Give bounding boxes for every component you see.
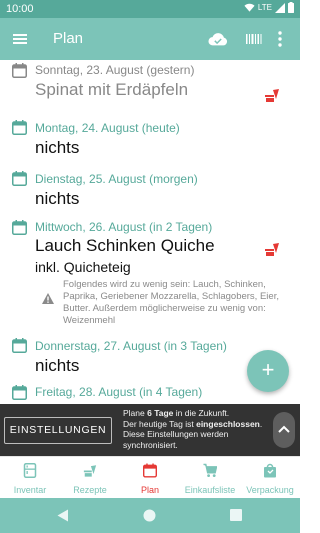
recipe-icon xyxy=(83,465,97,477)
calendar-icon xyxy=(12,385,27,400)
bottom-navigation: Inventar Rezepte Plan Einkaufsliste Verp… xyxy=(0,456,300,498)
cloud-done-icon[interactable] xyxy=(208,30,228,48)
snackbar-message: Plane 6 Tage in die Zukunft. Der heutige… xyxy=(123,408,263,450)
expand-button[interactable] xyxy=(273,412,295,448)
shopping-bag-icon xyxy=(264,463,276,478)
calendar-icon xyxy=(12,63,27,78)
calendar-icon xyxy=(12,120,27,135)
meal-title[interactable]: Spinat mit Erdäpfeln xyxy=(35,80,188,100)
shortage-warning: Folgendes wird zu wenig sein: Lauch, Sch… xyxy=(63,279,279,326)
nav-label: Inventar xyxy=(13,485,47,495)
network-type: LTE xyxy=(257,3,272,12)
meal-title[interactable]: nichts xyxy=(35,356,79,376)
status-icons: LTE xyxy=(244,2,294,13)
recipe-icon[interactable] xyxy=(264,87,280,103)
page-title: Plan xyxy=(53,30,84,47)
calendar-icon xyxy=(12,220,27,235)
nav-label: Rezepte xyxy=(73,485,107,495)
home-icon[interactable] xyxy=(143,509,156,522)
back-icon[interactable] xyxy=(57,509,69,522)
day-date: Montag, 24. August (heute) xyxy=(35,121,180,135)
status-time: 10:00 xyxy=(6,3,34,15)
day-date: Donnerstag, 27. August (in 3 Tagen) xyxy=(35,339,227,353)
nav-verpackung[interactable]: Verpackung xyxy=(240,457,300,499)
app-bar: Plan xyxy=(0,18,300,60)
chevron-up-icon xyxy=(278,425,290,433)
meal-title[interactable]: Lauch Schinken Quiche xyxy=(35,236,215,256)
menu-icon[interactable] xyxy=(12,31,28,47)
more-options-icon[interactable] xyxy=(275,30,285,48)
calendar-icon xyxy=(12,171,27,186)
settings-snackbar: EINSTELLUNGEN Plane 6 Tage in die Zukunf… xyxy=(0,404,300,456)
calendar-icon xyxy=(12,338,27,353)
warning-icon xyxy=(42,293,54,304)
nav-rezepte[interactable]: Rezepte xyxy=(60,457,120,499)
nav-label: Einkaufsliste xyxy=(184,485,236,495)
battery-icon xyxy=(288,2,294,13)
day-date: Sonntag, 23. August (gestern) xyxy=(35,63,195,77)
calendar-icon xyxy=(143,463,157,478)
nav-inventar[interactable]: Inventar xyxy=(0,457,60,499)
plan-list[interactable]: Sonntag, 23. August (gestern) Spinat mit… xyxy=(0,60,300,404)
day-date: Dienstag, 25. August (morgen) xyxy=(35,172,198,186)
settings-button[interactable]: EINSTELLUNGEN xyxy=(4,417,112,444)
system-navigation-bar xyxy=(0,498,300,533)
nav-label: Verpackung xyxy=(246,485,294,495)
meal-title[interactable]: nichts xyxy=(35,189,79,209)
cart-icon xyxy=(203,463,217,478)
day-date: Mittwoch, 26. August (in 2 Tagen) xyxy=(35,220,213,234)
nav-einkaufsliste[interactable]: Einkaufsliste xyxy=(180,457,240,499)
meal-subtitle: inkl. Quicheteig xyxy=(35,259,131,275)
day-date: Freitag, 28. August (in 4 Tagen) xyxy=(35,385,203,399)
nav-plan[interactable]: Plan xyxy=(120,457,180,499)
fridge-icon xyxy=(23,463,37,478)
barcode-icon[interactable] xyxy=(244,30,264,48)
meal-title[interactable]: nichts xyxy=(35,138,79,158)
nav-label: Plan xyxy=(140,485,159,495)
recipe-icon[interactable] xyxy=(264,241,280,257)
status-bar: 10:00 LTE xyxy=(0,0,300,18)
wifi-icon xyxy=(244,3,255,12)
add-meal-button[interactable]: + xyxy=(247,350,289,392)
plus-icon: + xyxy=(261,357,275,382)
signal-icon xyxy=(275,2,285,13)
recents-icon[interactable] xyxy=(230,509,242,521)
